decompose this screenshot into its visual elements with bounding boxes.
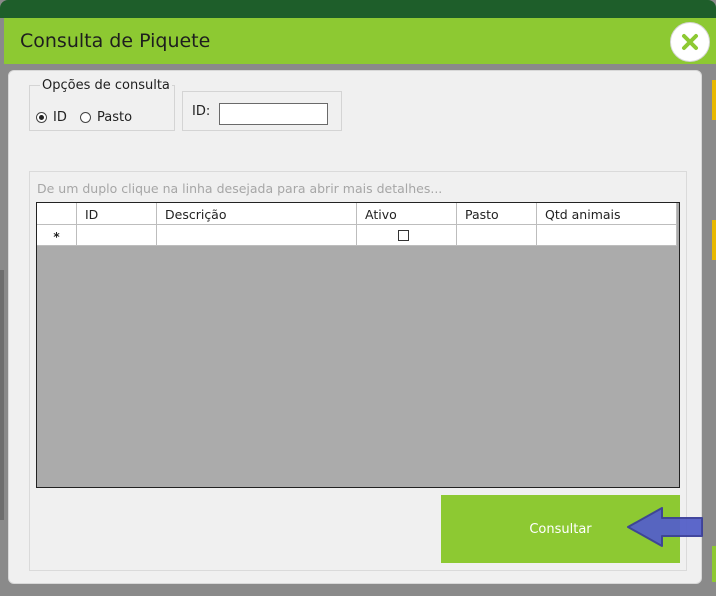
id-filter-group: ID: xyxy=(182,91,342,131)
column-header-descricao[interactable]: Descrição xyxy=(157,203,357,225)
radio-id[interactable]: ID xyxy=(36,110,67,125)
background-strip xyxy=(0,270,4,520)
background-accent xyxy=(712,546,716,582)
grid-header-row: ID Descrição Ativo Pasto Qtd animais xyxy=(37,203,677,225)
id-input[interactable] xyxy=(219,103,328,125)
background-accent xyxy=(712,220,716,260)
cell-ativo[interactable] xyxy=(357,225,457,246)
column-header-pasto[interactable]: Pasto xyxy=(457,203,537,225)
new-row-marker: * xyxy=(37,225,77,246)
ativo-checkbox[interactable] xyxy=(398,229,409,241)
column-header-ativo[interactable]: Ativo xyxy=(357,203,457,225)
arrow-left-icon xyxy=(627,507,703,547)
search-options-group: Opções de consulta ID Pasto xyxy=(29,78,175,131)
cell-qtd-animais[interactable] xyxy=(537,225,677,246)
dialog-title-bar: Consulta de Piquete xyxy=(4,18,716,64)
radio-pasto-indicator[interactable] xyxy=(80,112,91,123)
search-options-legend: Opções de consulta xyxy=(40,78,172,93)
dialog-title: Consulta de Piquete xyxy=(20,30,211,52)
grid-hint: De um duplo clique na linha desejada par… xyxy=(37,181,443,196)
radio-pasto[interactable]: Pasto xyxy=(80,110,132,125)
column-header-id[interactable]: ID xyxy=(77,203,157,225)
id-filter-label: ID: xyxy=(192,104,211,119)
grid-new-row[interactable]: * xyxy=(37,225,677,246)
dialog-body: Opções de consulta ID Pasto ID: De um du… xyxy=(8,70,702,584)
results-grid[interactable]: ID Descrição Ativo Pasto Qtd animais * xyxy=(36,202,680,488)
radio-pasto-label: Pasto xyxy=(97,110,133,125)
close-button[interactable] xyxy=(670,22,710,62)
new-row-star: * xyxy=(53,229,60,244)
app-top-bar xyxy=(0,0,716,18)
radio-id-indicator[interactable] xyxy=(36,112,47,123)
cell-descricao[interactable] xyxy=(157,225,357,246)
grid-row-header-corner xyxy=(37,203,77,225)
cell-id[interactable] xyxy=(77,225,157,246)
radio-id-label: ID xyxy=(53,110,67,125)
cell-pasto[interactable] xyxy=(457,225,537,246)
close-icon xyxy=(682,34,698,50)
background-accent xyxy=(712,80,716,120)
column-header-qtd-animais[interactable]: Qtd animais xyxy=(537,203,677,225)
